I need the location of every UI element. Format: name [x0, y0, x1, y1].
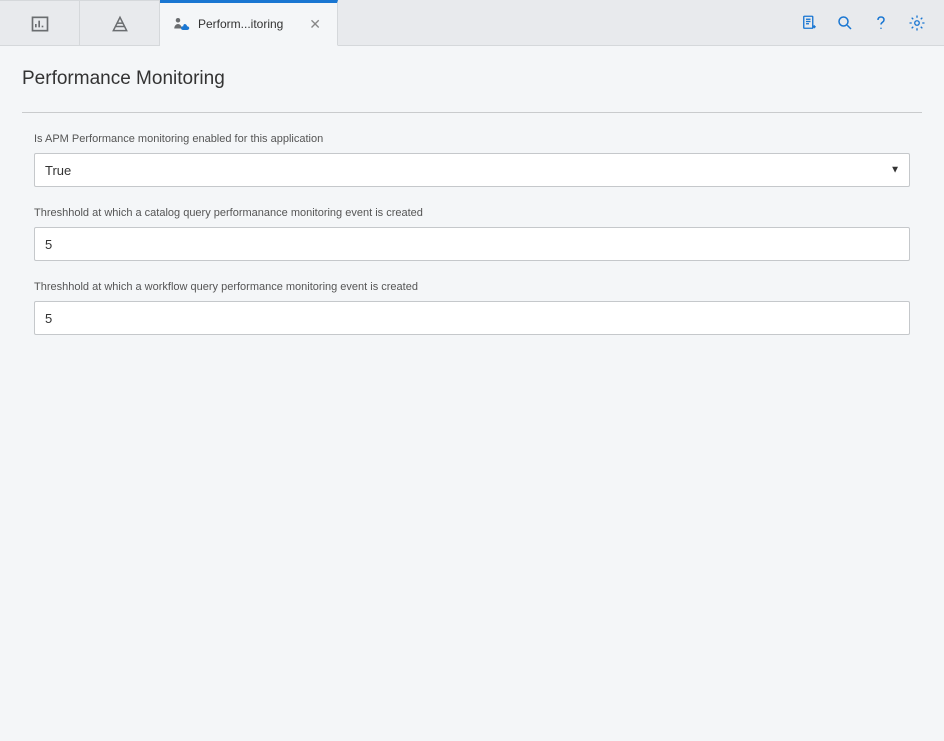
catalog-threshold-input[interactable]: [34, 227, 910, 261]
close-icon[interactable]: ✕: [305, 16, 325, 33]
apm-enabled-select[interactable]: True: [34, 153, 910, 187]
gear-icon: [908, 14, 926, 32]
search-icon: [836, 14, 854, 32]
toolbar-actions: [800, 0, 944, 45]
page-title: Performance Monitoring: [22, 68, 922, 90]
form-group-catalog-threshold: Threshhold at which a catalog query perf…: [22, 207, 922, 261]
document-add-icon: [800, 14, 818, 32]
toolbar-spacer: [338, 0, 800, 45]
workflow-threshold-input[interactable]: [34, 301, 910, 335]
apm-enabled-label: Is APM Performance monitoring enabled fo…: [34, 133, 910, 145]
hierarchy-icon: [110, 14, 130, 34]
search-button[interactable]: [836, 14, 854, 32]
tab-hierarchy[interactable]: [80, 0, 160, 46]
tab-label: Perform...itoring: [198, 17, 297, 31]
catalog-threshold-label: Threshhold at which a catalog query perf…: [34, 207, 910, 219]
toolbar: Perform...itoring ✕: [0, 0, 944, 46]
tab-performance-monitoring[interactable]: Perform...itoring ✕: [160, 0, 338, 46]
tab-dashboard[interactable]: [0, 0, 80, 46]
content: Performance Monitoring Is APM Performanc…: [0, 46, 944, 377]
divider: [22, 112, 922, 113]
settings-button[interactable]: [908, 14, 926, 32]
form-group-workflow-threshold: Threshhold at which a workflow query per…: [22, 281, 922, 335]
help-button[interactable]: [872, 14, 890, 32]
person-cloud-icon: [172, 15, 190, 33]
help-icon: [872, 14, 890, 32]
workflow-threshold-label: Threshhold at which a workflow query per…: [34, 281, 910, 293]
bar-chart-icon: [30, 14, 50, 34]
document-add-button[interactable]: [800, 14, 818, 32]
form-group-apm-enabled: Is APM Performance monitoring enabled fo…: [22, 133, 922, 187]
